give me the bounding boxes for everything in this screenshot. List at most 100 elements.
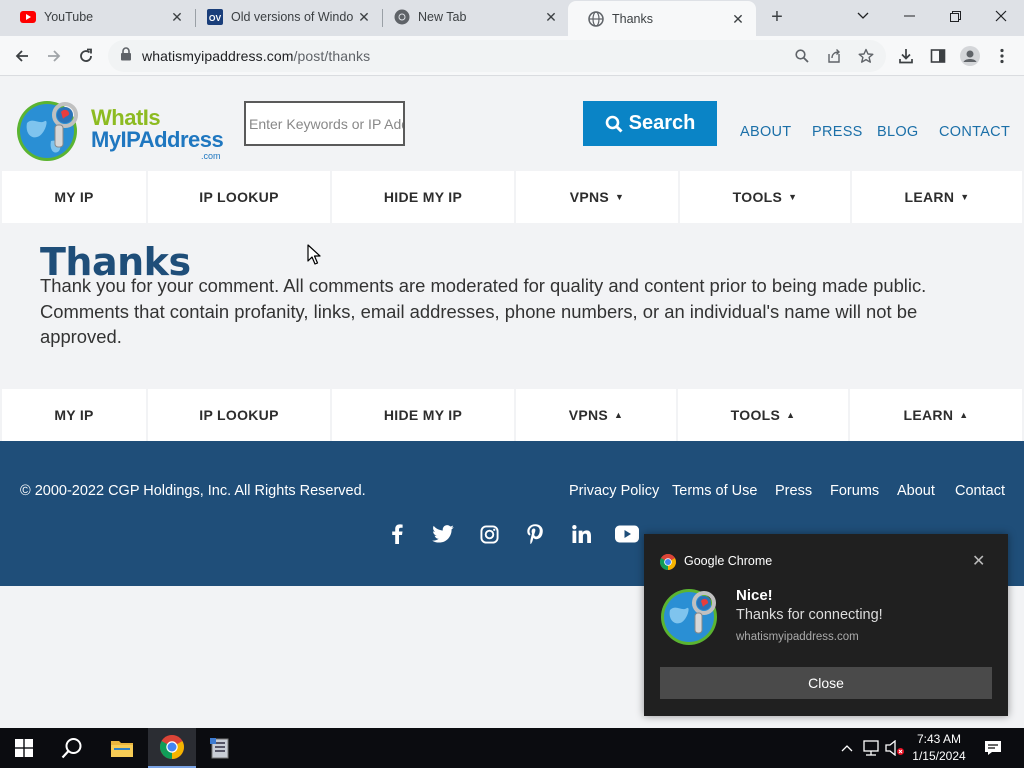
close-icon[interactable]: ✕ (972, 551, 985, 571)
menu-label: MY IP (54, 407, 94, 423)
menu-learn[interactable]: LEARN ▲ (850, 389, 1022, 441)
menu-my-ip[interactable]: MY IP (2, 171, 146, 223)
clock-time: 7:43 AM (916, 732, 962, 746)
bookmark-star-icon[interactable] (856, 46, 876, 66)
menu-label: HIDE MY IP (383, 189, 463, 205)
copyright-text: © 2000-2022 CGP Holdings, Inc. All Right… (20, 483, 366, 499)
keyword-search-input[interactable] (244, 101, 405, 146)
share-icon[interactable] (824, 46, 844, 66)
taskbar-chrome-icon[interactable] (148, 728, 196, 768)
tab-label: YouTube (44, 10, 94, 24)
footer-link-about[interactable]: About (897, 483, 935, 499)
browser-toolbar: whatismyipaddress.com/post/thanks (0, 36, 1024, 76)
menu-ip-lookup[interactable]: IP LOOKUP (148, 171, 330, 223)
taskbar-search-icon[interactable] (48, 728, 96, 768)
nav-about[interactable]: ABOUT (740, 124, 791, 140)
footer-link-contact[interactable]: Contact (955, 483, 1005, 499)
instagram-icon[interactable] (476, 521, 502, 547)
caret-down-icon: ▼ (788, 192, 798, 202)
footer-link-privacy[interactable]: Privacy Policy (569, 483, 659, 499)
menu-label: MY IP (54, 189, 94, 205)
lock-icon[interactable] (120, 46, 132, 66)
nav-contact[interactable]: CONTACT (939, 124, 1010, 140)
tab-search-icon[interactable] (840, 0, 886, 32)
menu-vpns[interactable]: VPNS ▲ (516, 389, 676, 441)
linkedin-icon[interactable] (568, 521, 594, 547)
network-icon[interactable] (861, 738, 881, 758)
file-explorer-icon[interactable] (98, 728, 146, 768)
reload-button[interactable] (72, 42, 100, 70)
caret-up-icon: ▲ (959, 410, 969, 420)
facebook-icon[interactable] (384, 521, 410, 547)
main-menu-top: MY IP IP LOOKUP HIDE MY IP VPNS ▼ TOOLS ▼ … (0, 171, 1024, 223)
new-tab-button[interactable]: + (766, 6, 788, 28)
taskbar-app-icon[interactable] (196, 728, 244, 768)
youtube-icon (20, 9, 36, 25)
menu-label: TOOLS (732, 189, 783, 205)
address-bar[interactable]: whatismyipaddress.com/post/thanks (108, 40, 886, 72)
volume-muted-icon[interactable] (885, 738, 905, 758)
menu-ip-lookup[interactable]: IP LOOKUP (148, 389, 330, 441)
footer-link-forums[interactable]: Forums (830, 483, 879, 499)
tab-label: Thanks (612, 11, 653, 26)
menu-my-ip[interactable]: MY IP (2, 389, 146, 441)
tray-chevron-up-icon[interactable] (837, 738, 857, 758)
menu-vpns[interactable]: VPNS ▼ (516, 171, 678, 223)
menu-learn[interactable]: LEARN ▼ (852, 171, 1022, 223)
close-icon[interactable]: ✕ (356, 9, 372, 25)
download-icon[interactable] (892, 42, 920, 70)
globe-icon (588, 10, 604, 27)
site-logo[interactable]: WhatIs MyIPAddress .com (15, 95, 225, 167)
nav-blog[interactable]: BLOG (877, 124, 919, 140)
menu-tools[interactable]: TOOLS ▲ (678, 389, 848, 441)
logo-text-line3: .com (201, 151, 221, 161)
close-icon[interactable]: ✕ (730, 11, 746, 27)
pinterest-icon[interactable] (522, 521, 548, 547)
back-button[interactable] (8, 42, 36, 70)
chrome-notification: Google Chrome ✕ Nice! Thanks for connect… (644, 534, 1008, 716)
notification-title: Nice! (736, 587, 773, 604)
restore-button[interactable] (932, 0, 978, 32)
nav-press[interactable]: PRESS (812, 124, 863, 140)
menu-tools[interactable]: TOOLS ▼ (680, 171, 850, 223)
tab-new-tab[interactable]: New Tab ✕ (374, 0, 569, 34)
url-host: whatismyipaddress.com (142, 48, 294, 64)
zoom-search-icon[interactable] (792, 46, 812, 66)
start-button[interactable] (0, 728, 48, 768)
tab-strip: YouTube ✕ OV Old versions of Windo ✕ New… (0, 0, 1024, 36)
footer-link-terms[interactable]: Terms of Use (672, 483, 757, 499)
menu-hide-my-ip[interactable]: HIDE MY IP (332, 389, 514, 441)
url-text: whatismyipaddress.com/post/thanks (142, 48, 370, 64)
menu-hide-my-ip[interactable]: HIDE MY IP (332, 171, 514, 223)
menu-label: LEARN (904, 189, 955, 205)
notification-source: whatismyipaddress.com (736, 631, 859, 643)
menu-label: VPNS (569, 189, 610, 205)
close-icon[interactable]: ✕ (169, 9, 185, 25)
tab-youtube[interactable]: YouTube ✕ (0, 0, 195, 34)
youtube-icon[interactable] (614, 521, 640, 547)
side-panel-icon[interactable] (924, 42, 952, 70)
twitter-icon[interactable] (430, 521, 456, 547)
action-center-icon[interactable] (983, 738, 1003, 758)
footer-link-press[interactable]: Press (775, 483, 812, 499)
notification-close-button[interactable]: Close (660, 667, 992, 699)
minimize-button[interactable] (886, 0, 932, 32)
notification-app-name: Google Chrome (684, 554, 773, 568)
menu-label: VPNS (568, 407, 609, 423)
tab-thanks[interactable]: Thanks ✕ (568, 1, 756, 36)
main-menu-bottom: MY IP IP LOOKUP HIDE MY IP VPNS ▲ TOOLS ▲ … (0, 389, 1024, 441)
menu-label: IP LOOKUP (199, 189, 279, 205)
url-path: /post/thanks (293, 48, 371, 64)
forward-button[interactable] (40, 42, 68, 70)
clock-date: 1/15/2024 (912, 749, 966, 763)
system-clock[interactable]: 7:43 AM 1/15/2024 (908, 731, 970, 765)
search-button[interactable]: Search (583, 101, 717, 146)
profile-avatar-icon[interactable] (956, 42, 984, 70)
tab-old-versions[interactable]: OV Old versions of Windo ✕ (187, 0, 382, 34)
close-icon[interactable]: ✕ (543, 9, 559, 25)
page-body-text: Thank you for your comment. All comments… (40, 275, 927, 347)
close-window-button[interactable] (978, 0, 1024, 32)
menu-label: TOOLS (730, 407, 781, 423)
menu-kebab-icon[interactable] (988, 42, 1016, 70)
logo-globe-icon (17, 101, 78, 161)
